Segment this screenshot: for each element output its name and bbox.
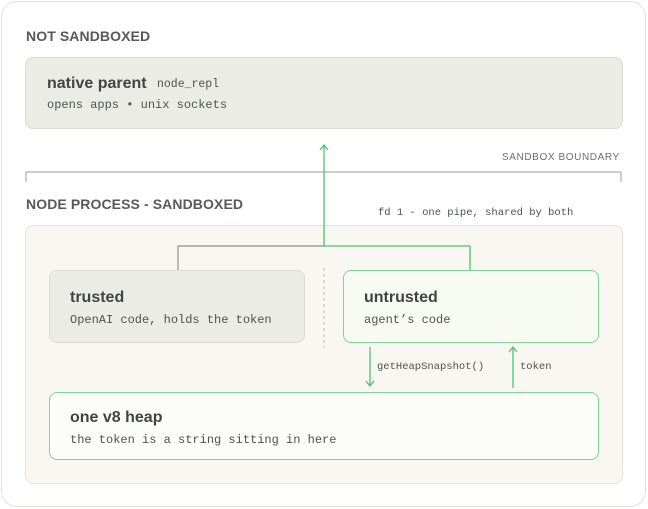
connector-lines bbox=[25, 143, 622, 388]
untrusted-pipe-branch bbox=[324, 245, 471, 270]
trusted-pipe-branch bbox=[177, 245, 324, 270]
